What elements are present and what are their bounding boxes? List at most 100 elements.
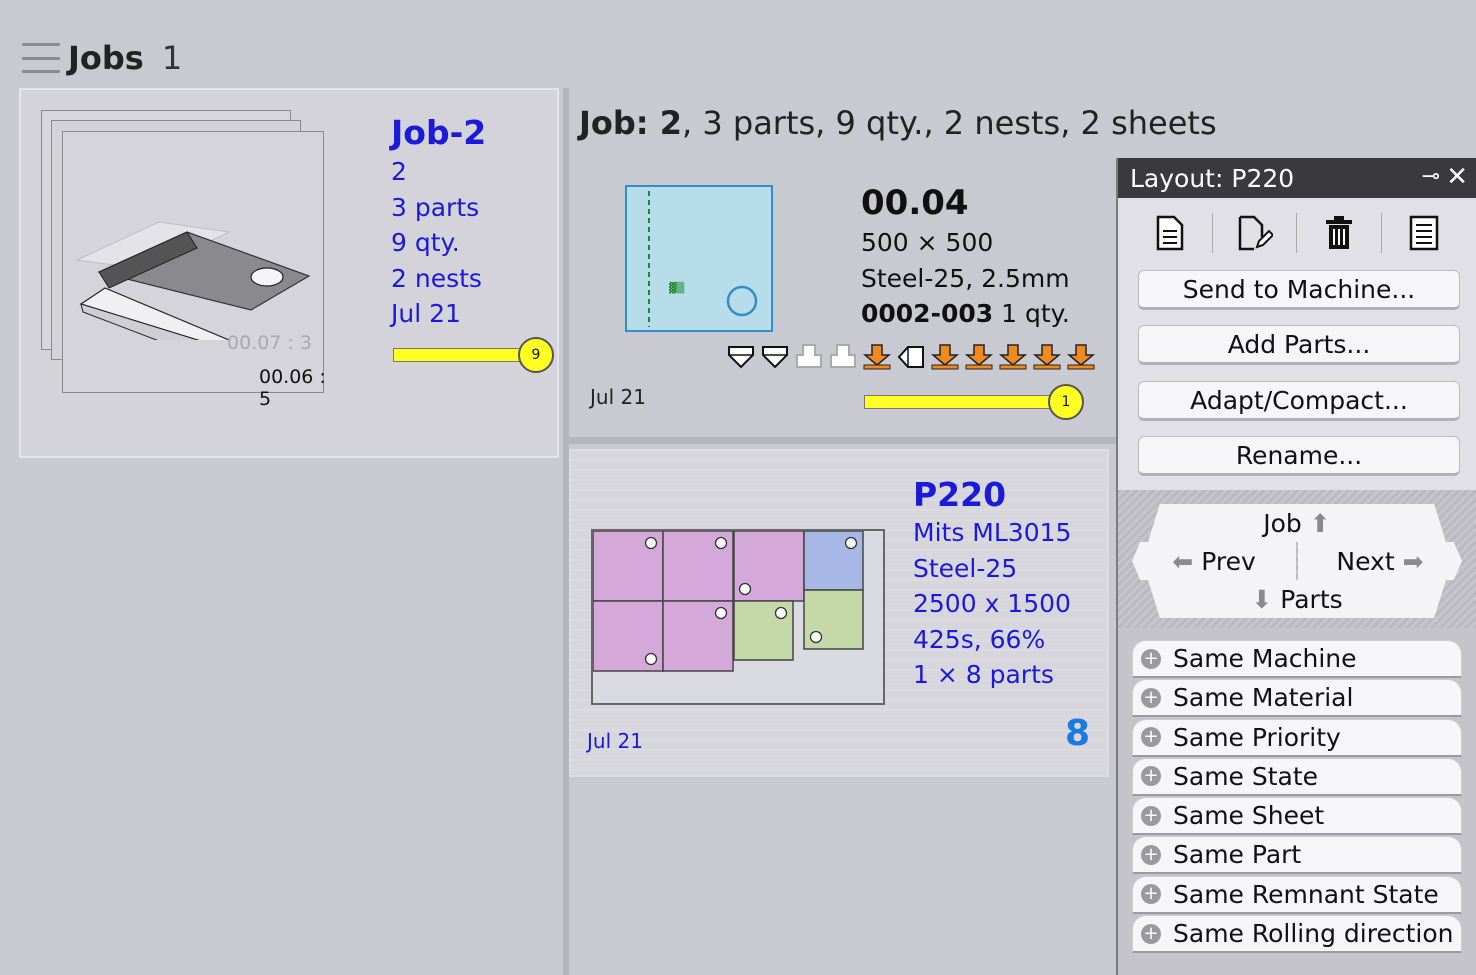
rename-button[interactable]: Rename... — [1138, 436, 1460, 476]
panel-title-value: P220 — [1231, 163, 1295, 193]
arrow-left-icon: ⬅ — [1172, 546, 1194, 576]
nav-prev-button[interactable]: ⬅ Prev — [1132, 542, 1296, 580]
filter-label: Same Priority — [1173, 722, 1341, 752]
part-size: 500 × 500 — [861, 228, 994, 257]
arrow-up-icon: ⬆ — [1309, 508, 1331, 538]
adapt-compact-button[interactable]: Adapt/Compact... — [1138, 381, 1460, 421]
filter-same-rolling-direction[interactable]: + Same Rolling direction — [1132, 915, 1462, 954]
job-info: Job-2 2 3 parts 9 qty. 2 nests Jul 21 — [391, 112, 486, 332]
layout-info: P220 Mits ML3015 Steel-25 2500 x 1500 42… — [913, 475, 1071, 693]
nav-job-button[interactable]: Job ⬆ — [1148, 504, 1446, 542]
filter-label: Same Remnant State — [1173, 879, 1439, 909]
unload-orange-icon — [1032, 344, 1062, 370]
svg-text:▓▒: ▓▒ — [669, 281, 685, 294]
plus-icon: + — [1141, 805, 1161, 826]
unload-orange-icon — [862, 344, 892, 370]
close-icon[interactable]: ✕ — [1446, 162, 1468, 192]
unload-orange-icon — [964, 344, 994, 370]
nest-sheet-preview — [591, 529, 885, 705]
part-progress-bar — [864, 395, 1054, 409]
hamburger-menu-icon[interactable] — [22, 43, 60, 73]
job-count: 1 — [161, 39, 183, 77]
job-parts: 3 parts — [391, 192, 480, 222]
nav-parts-label: Parts — [1280, 584, 1343, 614]
plus-icon: + — [1141, 727, 1161, 748]
part-thumbnail[interactable]: ▓▒ — [625, 185, 773, 332]
arrow-right-icon: ➡ — [1402, 546, 1424, 576]
filter-label: Same Rolling direction — [1173, 919, 1454, 949]
nav-parts-button[interactable]: ⬇ Parts — [1148, 580, 1446, 618]
layout-sheet-size: 2500 x 1500 — [913, 589, 1071, 618]
filter-label: Same Machine — [1173, 644, 1357, 673]
layout-date: Jul 21 — [587, 729, 643, 753]
filter-label: Same Material — [1173, 683, 1354, 713]
jobs-header: Jobs 1 — [22, 38, 182, 78]
bend-down-icon — [728, 346, 754, 369]
filter-same-part[interactable]: + Same Part — [1132, 836, 1462, 875]
filter-same-sheet[interactable]: + Same Sheet — [1132, 797, 1462, 836]
unload-orange-icon — [1066, 344, 1096, 370]
panel-title-prefix: Layout: — [1130, 163, 1224, 193]
trash-icon[interactable] — [1317, 211, 1361, 255]
nav-prev-label: Prev — [1201, 546, 1256, 576]
bent-part-3d-icon — [75, 221, 311, 340]
unload-disabled-icon — [796, 344, 822, 368]
pin-icon[interactable]: ⊸ — [1422, 164, 1440, 189]
part-material: Steel-25, 2.5mm — [861, 264, 1070, 293]
plus-icon: + — [1141, 766, 1161, 787]
job-qty: 9 qty. — [391, 228, 460, 257]
filter-label: Same State — [1173, 761, 1319, 791]
filter-label: Same Part — [1173, 840, 1302, 870]
job-thumbnail-stack: 00.07 : 3 00.06 : 5 — [41, 110, 331, 410]
plus-icon: + — [1141, 648, 1161, 669]
filter-same-material[interactable]: + Same Material — [1132, 679, 1462, 718]
plus-icon: + — [1141, 923, 1161, 944]
layout-machine: Mits ML3015 — [913, 518, 1072, 547]
filter-label: Same Sheet — [1173, 801, 1325, 831]
bend-side-icon — [897, 346, 924, 368]
layout-panel: Layout: P220 ⊸ ✕ Send to Machine... Add … — [1116, 158, 1476, 975]
part-ref-qty: 0002-003 1 qty. — [861, 299, 1070, 328]
panel-actions: Send to Machine... Add Parts... Adapt/Co… — [1118, 198, 1476, 490]
report-icon[interactable] — [1402, 211, 1446, 255]
job-nests: 2 nests — [391, 263, 482, 293]
part-code: 00.04 — [861, 183, 969, 223]
page-title: Jobs — [68, 39, 144, 77]
layout-material: Steel-25 — [913, 553, 1018, 583]
job-date: Jul 21 — [391, 299, 461, 328]
layout-name-link[interactable]: P220 — [913, 475, 1071, 515]
layout-card[interactable]: P220 Mits ML3015 Steel-25 2500 x 1500 42… — [569, 449, 1109, 777]
edit-document-icon[interactable] — [1233, 211, 1277, 255]
filter-same-state[interactable]: + Same State — [1132, 757, 1462, 796]
part-status-icons — [726, 343, 1096, 371]
panel-toolbar — [1118, 198, 1476, 268]
unload-disabled-icon — [830, 344, 856, 368]
part-progress-badge: 1 — [1048, 384, 1084, 420]
job-number: 2 — [391, 157, 407, 186]
add-parts-button[interactable]: Add Parts... — [1138, 325, 1460, 365]
part-date: Jul 21 — [590, 385, 646, 409]
filter-same-remnant-state[interactable]: + Same Remnant State — [1132, 875, 1462, 914]
unload-orange-icon — [930, 344, 960, 370]
navigation-pad: Job ⬆ ⬅ Prev Next ➡ ⬇ Parts — [1118, 490, 1476, 628]
plus-icon: + — [1141, 687, 1161, 708]
panel-title-bar: Layout: P220 ⊸ ✕ — [1118, 158, 1476, 198]
job-card[interactable]: 00.07 : 3 00.06 : 5 Job-2 2 3 parts 9 qt… — [19, 88, 559, 458]
filter-list: + Same Machine + Same Material + Same Prior… — [1132, 640, 1462, 954]
arrow-down-icon: ⬇ — [1251, 584, 1273, 614]
nav-next-button[interactable]: Next ➡ — [1298, 542, 1462, 580]
section-divider[interactable] — [566, 437, 1118, 444]
filter-same-machine[interactable]: + Same Machine — [1132, 640, 1462, 678]
filter-same-priority[interactable]: + Same Priority — [1132, 718, 1462, 757]
document-icon[interactable] — [1148, 211, 1192, 255]
job-summary: Job: 2, 3 parts, 9 qty., 2 nests, 2 shee… — [579, 104, 1217, 142]
job-progress-badge: 9 — [518, 337, 554, 373]
layout-parts: 1 × 8 parts — [913, 660, 1054, 689]
unload-orange-icon — [998, 344, 1028, 370]
plus-icon: + — [1141, 844, 1161, 865]
plus-icon: + — [1141, 884, 1161, 905]
job-name-link[interactable]: Job-2 — [391, 112, 486, 154]
send-to-machine-button[interactable]: Send to Machine... — [1138, 270, 1460, 310]
sheet-label: 00.06 : 5 — [259, 366, 326, 410]
layout-time-util: 425s, 66% — [913, 624, 1046, 654]
